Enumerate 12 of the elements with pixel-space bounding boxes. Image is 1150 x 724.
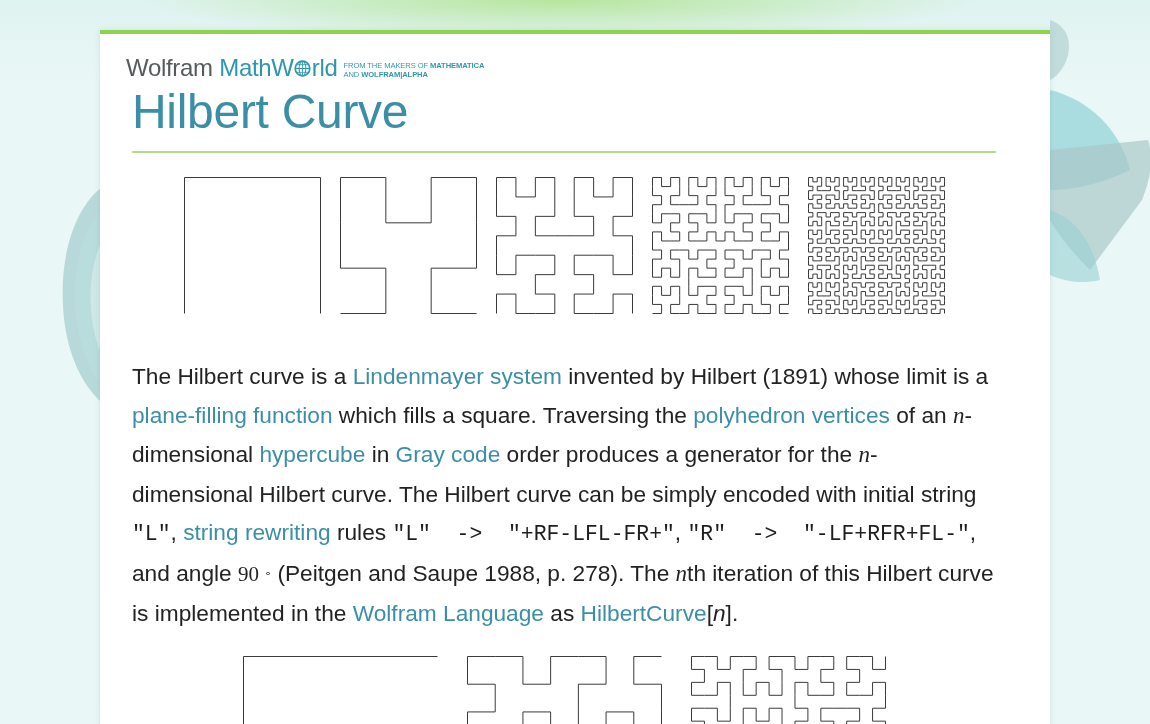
text-link[interactable]: polyhedron vertices bbox=[693, 401, 890, 428]
article-paragraph: The Hilbert curve is a Lindenmayer system invented by Hilbert (1891) whose limit is a plane-filling function which fills a square. Traversing the polyhedron vertices of an n-dimensional hypercube in Gray code order produces a generator for the n-dimensional Hilbert curve. The Hilbert curve can be simply encoded with initial string "L", string rewriting rules "L" -> "+RF-LFL-FR+", "R" -> "-LF+RFR+FL-", and angle 90 $^{∘}$ (Peitgen and Saupe 1988, p. 278). The nth iteration of this Hilbert curve is implemented in the Wolfram Language as HilbertCurve[n]. bbox=[132, 362, 995, 628]
text-link[interactable]: plane-filling function bbox=[132, 401, 333, 428]
text-link[interactable]: string rewriting bbox=[183, 519, 331, 546]
text-link[interactable]: Wolfram Language bbox=[352, 599, 544, 626]
text-link[interactable]: hypercube bbox=[259, 441, 366, 468]
text-link[interactable]: HilbertCurve bbox=[580, 599, 707, 626]
text-link[interactable]: Gray code bbox=[395, 441, 501, 468]
page-title: Hilbert Curve bbox=[132, 85, 409, 138]
text-link[interactable]: Lindenmayer system bbox=[352, 363, 562, 389]
globe-icon bbox=[294, 60, 312, 77]
logo-link[interactable]: Wolfram MathW rld bbox=[126, 55, 338, 81]
